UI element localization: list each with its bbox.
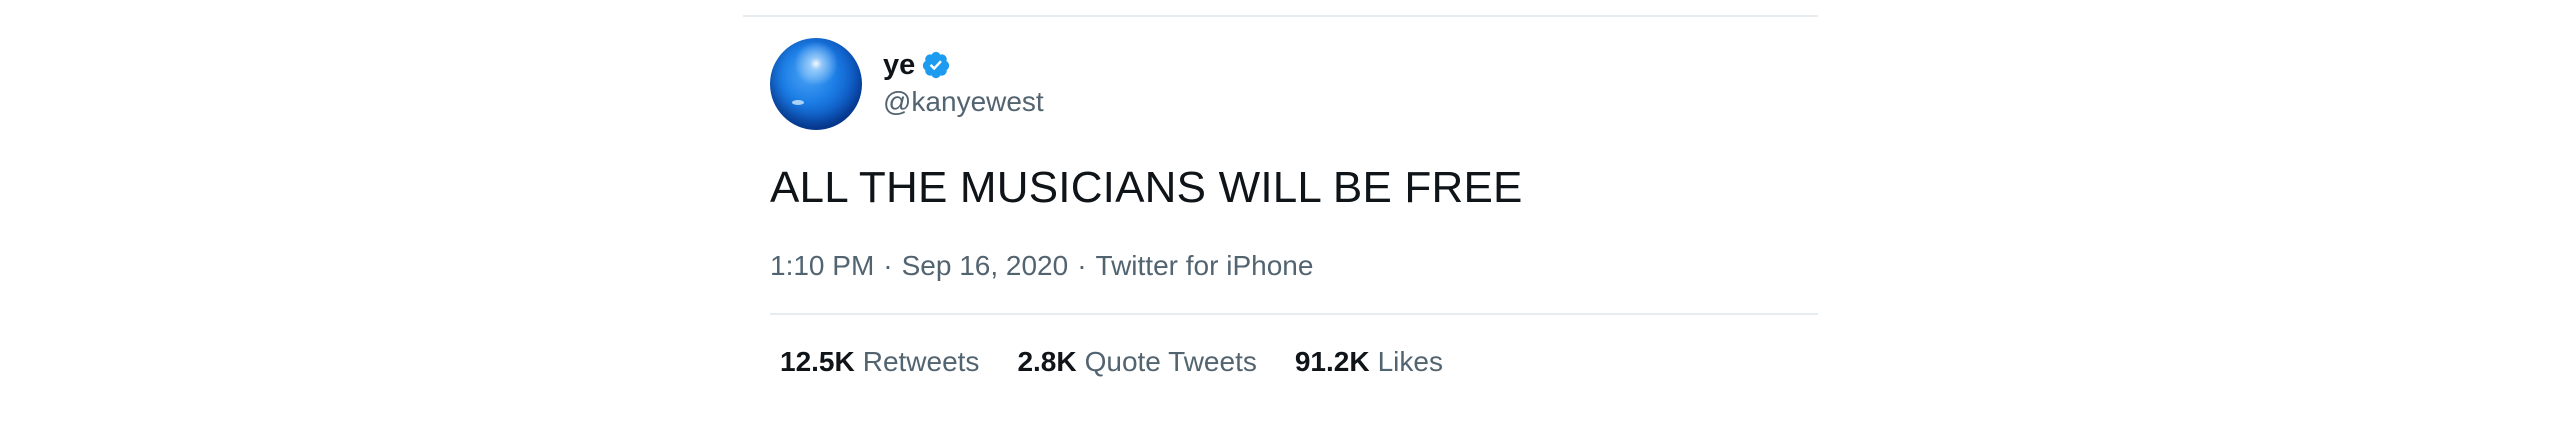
- tweet-text: ALL THE MUSICIANS WILL BE FREE: [770, 163, 1523, 212]
- verified-badge-icon: [923, 51, 950, 79]
- stats-divider: [770, 313, 1818, 315]
- meta-separator: ·: [1077, 250, 1087, 281]
- quote-tweets-label: Quote Tweets: [1084, 346, 1257, 377]
- meta-separator: ·: [883, 250, 893, 281]
- tweet-source[interactable]: Twitter for iPhone: [1096, 248, 1314, 284]
- avatar-highlight: [792, 100, 804, 105]
- likes-label: Likes: [1377, 346, 1443, 377]
- user-handle[interactable]: @kanyewest: [883, 84, 1044, 120]
- tweet-date[interactable]: Sep 16, 2020: [902, 248, 1069, 284]
- likes-count: 91.2K: [1294, 346, 1370, 377]
- tweet-card: ye @kanyewest ALL THE MUSICIANS WILL BE …: [743, 0, 1818, 424]
- engagement-stats: 12.5K Retweets 2.8K Quote Tweets 91.2K L…: [780, 344, 1481, 380]
- avatar[interactable]: [770, 38, 862, 130]
- tweet-time[interactable]: 1:10 PM: [770, 248, 874, 284]
- quote-tweets-count: 2.8K: [1017, 346, 1077, 377]
- retweets-count: 12.5K: [780, 346, 855, 377]
- likes-stat[interactable]: 91.2K Likes: [1295, 344, 1443, 380]
- top-divider: [743, 15, 1818, 17]
- tweet-meta: 1:10 PM · Sep 16, 2020 · Twitter for iPh…: [770, 248, 1313, 284]
- display-name[interactable]: ye: [883, 46, 915, 84]
- retweets-stat[interactable]: 12.5K Retweets: [780, 344, 979, 380]
- retweets-label: Retweets: [862, 346, 980, 377]
- author-name-row[interactable]: ye: [883, 46, 951, 84]
- quote-tweets-stat[interactable]: 2.8K Quote Tweets: [1017, 344, 1256, 380]
